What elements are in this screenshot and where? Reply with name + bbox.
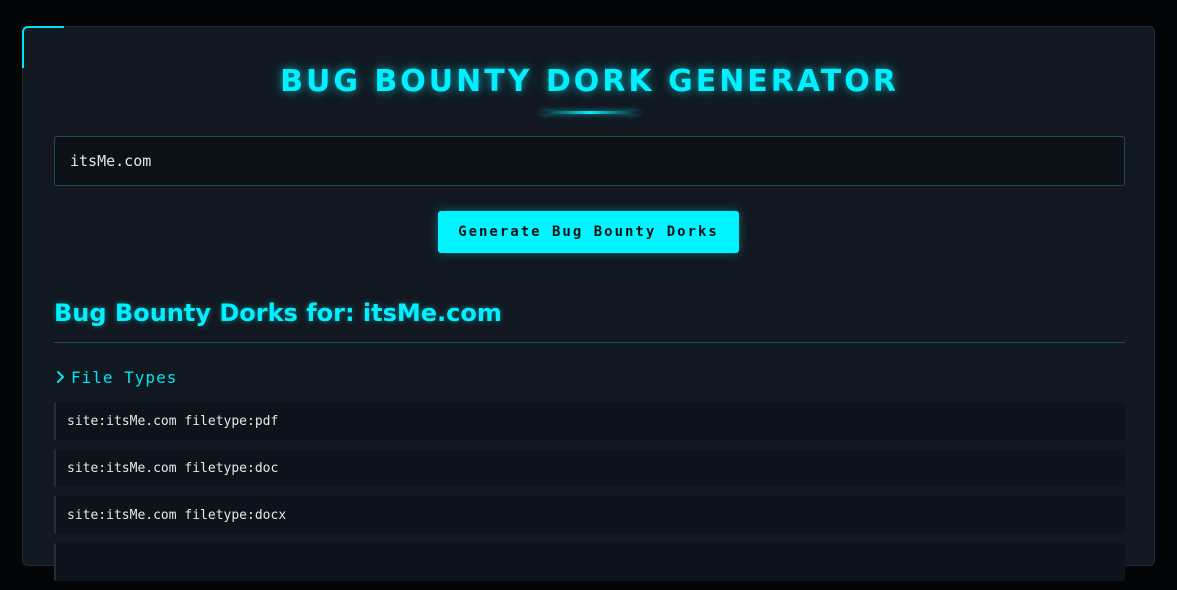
title-underline bbox=[541, 111, 639, 114]
page-title: BUG BOUNTY DORK GENERATOR bbox=[280, 64, 899, 99]
dork-item[interactable]: site:itsMe.com filetype:docx bbox=[54, 496, 1125, 534]
domain-input[interactable] bbox=[54, 136, 1125, 186]
results-heading: Bug Bounty Dorks for: itsMe.com bbox=[54, 299, 502, 327]
chevron-right-icon bbox=[54, 370, 68, 384]
dork-item[interactable]: site:itsMe.com filetype:pdf bbox=[54, 402, 1125, 440]
category-label: File Types bbox=[71, 367, 178, 387]
category-file-types[interactable]: File Types bbox=[54, 364, 177, 390]
dork-list: site:itsMe.com filetype:pdf site:itsMe.c… bbox=[54, 402, 1125, 590]
corner-accent bbox=[22, 26, 64, 68]
dork-item[interactable] bbox=[54, 543, 1125, 581]
generate-dorks-button[interactable]: Generate Bug Bounty Dorks bbox=[438, 211, 739, 253]
results-divider bbox=[54, 342, 1125, 343]
dork-item[interactable]: site:itsMe.com filetype:doc bbox=[54, 449, 1125, 487]
generator-panel: BUG BOUNTY DORK GENERATOR Generate Bug B… bbox=[22, 26, 1155, 581]
